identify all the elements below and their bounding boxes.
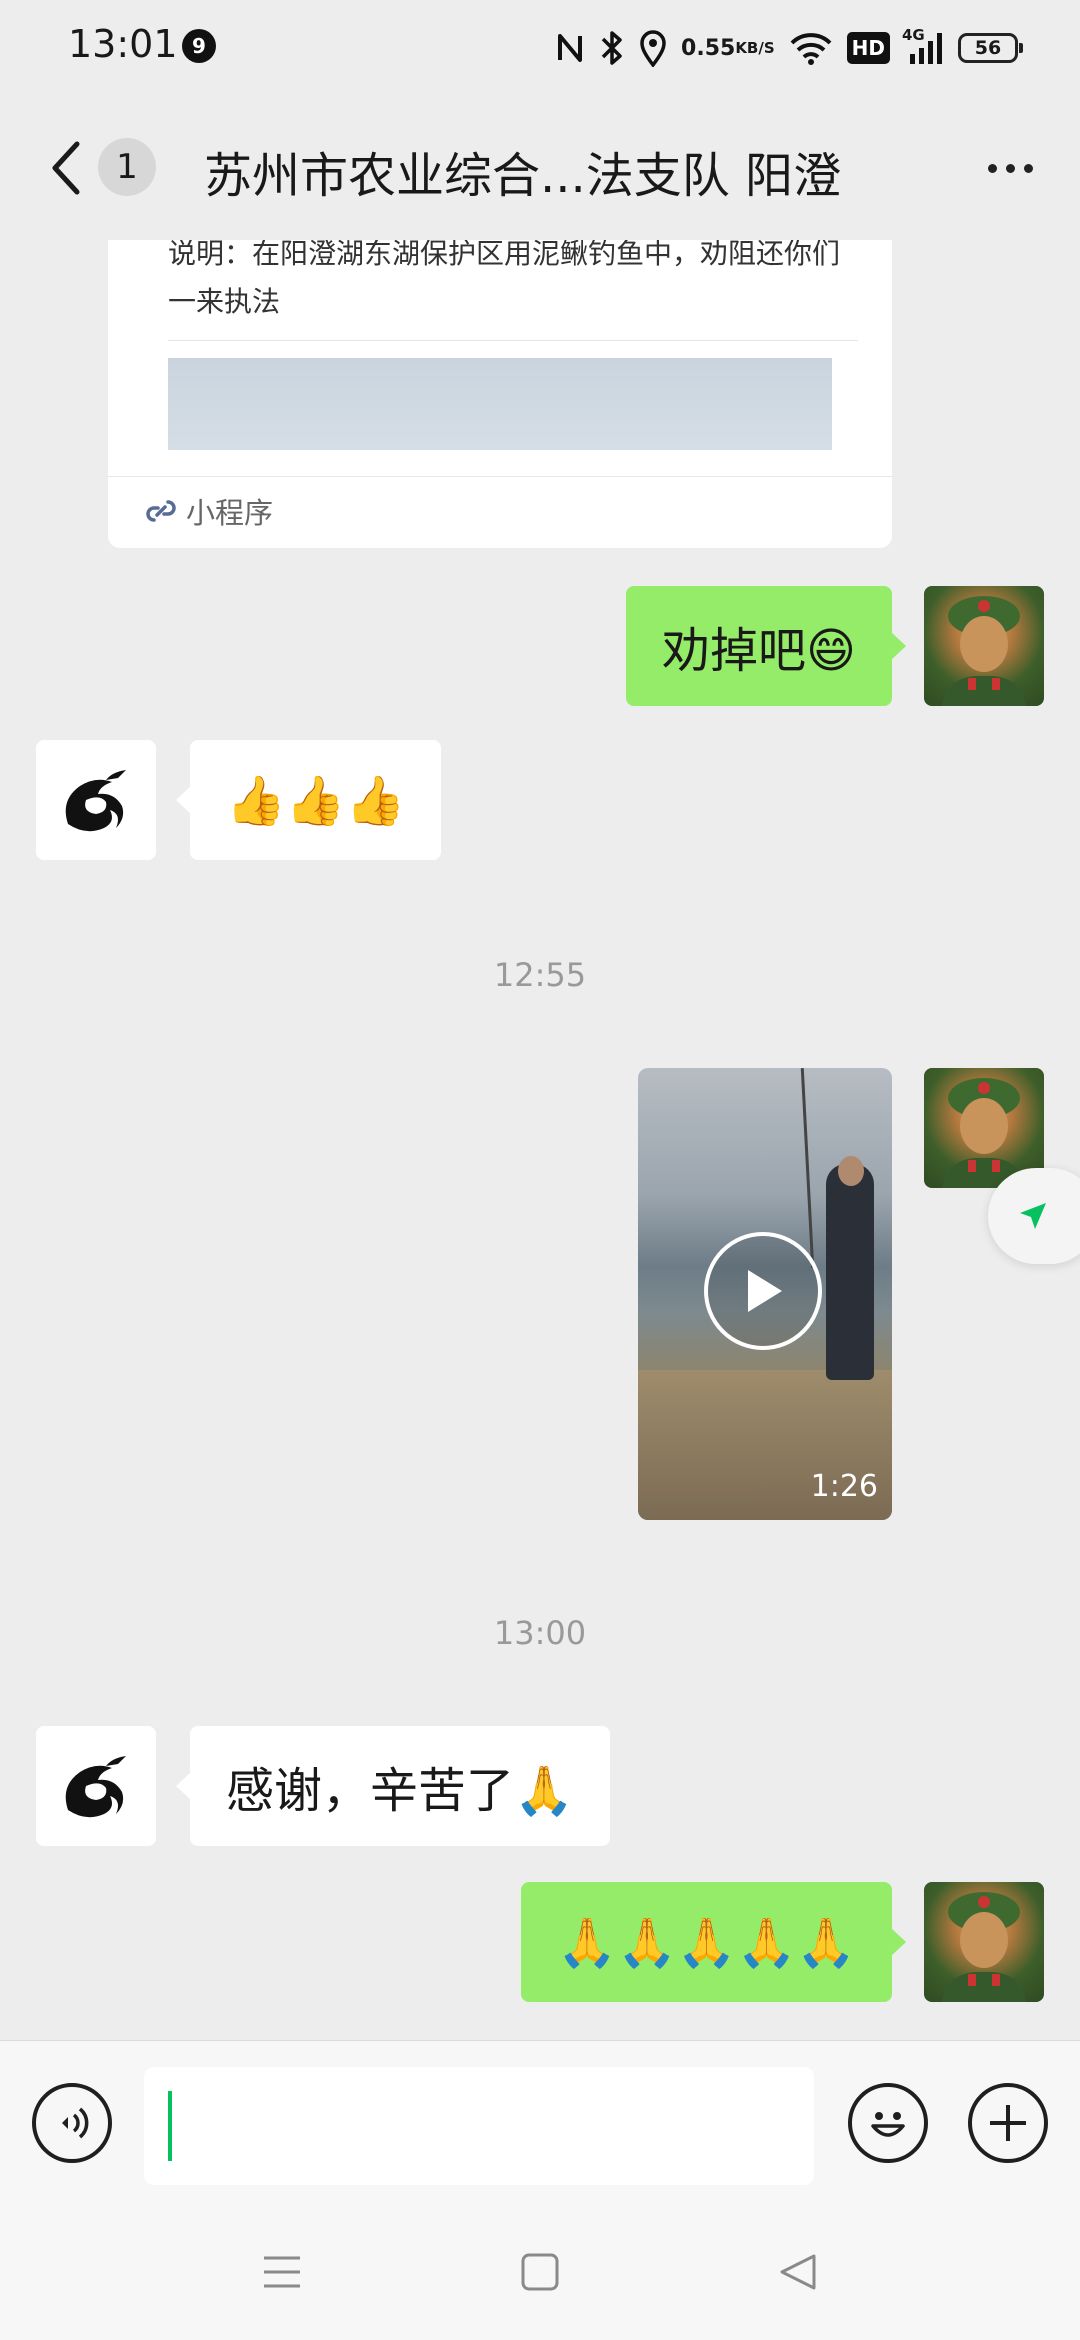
battery-indicator: 56	[958, 33, 1023, 63]
recent-apps-button[interactable]	[252, 2242, 312, 2302]
text-caret	[168, 2091, 172, 2161]
unread-count-badge[interactable]: 1	[98, 138, 156, 196]
video-message[interactable]: 1:26	[638, 1068, 892, 1520]
my-avatar[interactable]	[924, 586, 1044, 706]
menu-icon	[264, 2256, 300, 2288]
play-button[interactable]	[704, 1232, 822, 1350]
home-button[interactable]	[510, 2242, 570, 2302]
net-speed: 0.55 KB/S	[681, 28, 775, 68]
more-options-button[interactable]	[974, 138, 1046, 198]
status-bar: 13:01 9 0.55 KB/S HD 4G 56	[0, 0, 1080, 96]
system-navigation-bar	[0, 2200, 1080, 2340]
chat-title: 苏州市农业综合...法支队 阳澄	[204, 148, 842, 204]
net-speed-value: 0.55	[681, 35, 736, 61]
voice-input-button[interactable]	[32, 2083, 112, 2163]
system-back-button[interactable]	[768, 2242, 828, 2302]
wifi-icon	[789, 28, 833, 68]
video-thumbnail-person	[826, 1164, 874, 1380]
play-icon	[748, 1270, 782, 1312]
mini-program-footer: 小程序	[144, 486, 273, 536]
nfc-icon	[555, 28, 585, 68]
status-icons: 0.55 KB/S HD 4G 56	[555, 26, 1023, 70]
chat-header: 1 苏州市农业综合...法支队 阳澄	[0, 96, 1080, 240]
message-bubble-received[interactable]: 感谢，辛苦了🙏	[176, 1726, 610, 1846]
navigation-arrow-icon	[1020, 1203, 1046, 1229]
contact-avatar[interactable]	[36, 740, 156, 860]
status-time: 13:01	[68, 22, 178, 66]
mini-program-description: 说明：在阳澄湖东湖保护区用泥鳅钓鱼中，劝阻还你们一来执法	[168, 240, 841, 318]
square-icon	[521, 2253, 559, 2291]
location-icon	[639, 28, 667, 68]
mini-program-thumbnail	[168, 358, 832, 450]
soldier-portrait-icon	[942, 1892, 1026, 2002]
more-dot-icon	[1023, 163, 1033, 173]
contact-avatar[interactable]	[36, 1726, 156, 1846]
message-bubble-received[interactable]: 👍👍👍	[175, 740, 442, 860]
divider	[168, 340, 858, 341]
emoji-button[interactable]	[848, 2083, 928, 2163]
video-duration: 1:26	[810, 1469, 878, 1504]
more-functions-button[interactable]	[968, 2083, 1048, 2163]
smiley-icon	[871, 2112, 905, 2137]
my-avatar[interactable]	[924, 1882, 1044, 2002]
mini-program-card[interactable]: 说明：在阳澄湖东湖保护区用泥鳅钓鱼中，劝阻还你们一来执法 小程序	[108, 240, 892, 548]
message-input-bar	[0, 2040, 1080, 2200]
signal-icon: 4G	[902, 26, 944, 68]
message-bubble-sent[interactable]: 劝掉吧😄	[625, 586, 907, 706]
message-input[interactable]	[144, 2067, 814, 2185]
swirl-logo-icon	[65, 1756, 126, 1818]
bluetooth-icon	[599, 28, 625, 68]
voice-icon	[62, 2107, 89, 2139]
message-bubble-sent[interactable]: 🙏🙏🙏🙏🙏	[521, 1882, 906, 2002]
more-dot-icon	[987, 163, 997, 173]
triangle-back-icon	[780, 2254, 816, 2290]
mini-program-link-icon	[146, 500, 176, 522]
video-thumbnail-rod	[800, 1068, 815, 1268]
floating-location-button[interactable]	[988, 1168, 1080, 1264]
soldier-portrait-icon	[942, 596, 1026, 706]
divider	[108, 476, 892, 477]
chat-message-list[interactable]: 说明：在阳澄湖东湖保护区用泥鳅钓鱼中，劝阻还你们一来执法 小程序 劝掉吧😄 👍👍…	[0, 240, 1080, 2040]
hd-badge: HD	[846, 32, 890, 64]
back-button[interactable]	[36, 132, 96, 204]
video-thumbnail-person-head	[838, 1156, 864, 1186]
timestamp: 13:00	[493, 1614, 587, 1652]
mini-program-label: 小程序	[186, 496, 274, 530]
net-speed-unit: KB/S	[735, 38, 775, 57]
chevron-left-icon	[52, 141, 80, 195]
more-dot-icon	[1005, 163, 1015, 173]
timestamp: 12:55	[493, 956, 587, 994]
notification-count-badge: 9	[182, 29, 216, 63]
swirl-logo-icon	[65, 770, 126, 832]
network-type: 4G	[902, 26, 925, 44]
plus-icon	[990, 2105, 1026, 2141]
